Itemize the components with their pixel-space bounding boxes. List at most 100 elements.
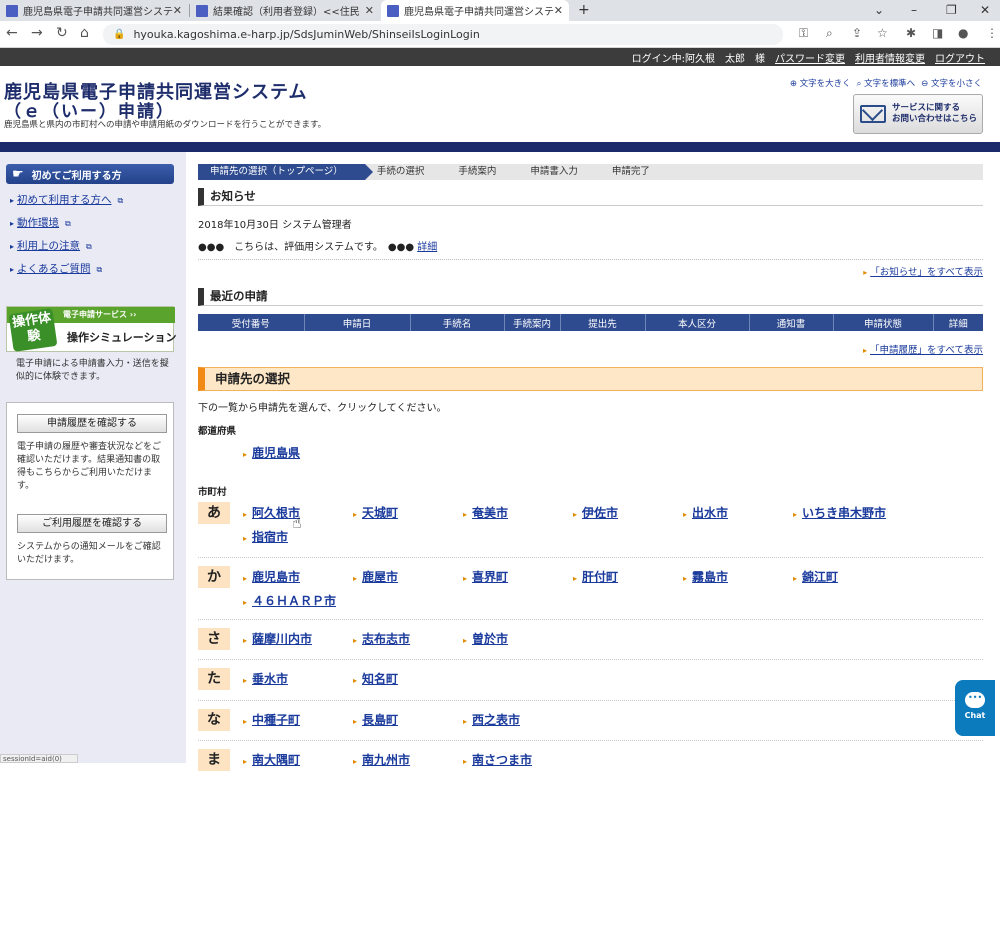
municipality-name[interactable]: 南大隅町 [252,753,300,767]
municipality-link[interactable]: ▸ ４６ＨＡＲＰ市 [243,592,336,609]
see-all-history-label[interactable]: 「申請履歴」をすべて表示 [870,345,983,356]
site-favicon-icon [196,4,208,17]
municipality-name[interactable]: いちき串木野市 [802,506,886,520]
municipality-name[interactable]: 喜界町 [472,570,508,584]
municipality-link[interactable]: ▸ 南大隅町 [243,751,300,768]
menu-icon[interactable]: ⋮ [986,26,998,40]
municipality-link[interactable]: ▸ 出水市 [683,504,728,521]
minimize-icon[interactable]: – [911,0,917,20]
window-close-icon[interactable]: ✕ [980,0,990,20]
municipality-name[interactable]: 長島町 [362,713,398,727]
zoom-icon[interactable]: ⌕ [826,26,833,41]
sidebar-link-label[interactable]: よくあるご質問 [17,263,91,275]
municipality-name[interactable]: 志布志市 [362,632,410,646]
share-icon[interactable]: ⇪ [852,26,862,40]
side-panel-icon[interactable]: ◨ [932,26,943,40]
bookmark-star-icon[interactable]: ☆ [877,26,888,40]
sidebar-link-label[interactable]: 動作環境 [17,217,59,229]
logout-link[interactable]: ログアウト [935,50,985,65]
see-all-notices-link[interactable]: ▸ 「お知らせ」をすべて表示 [863,264,983,278]
close-icon[interactable]: ✕ [173,4,182,17]
font-standard-link[interactable]: ⌕ 文字を標準へ [857,77,915,89]
notice-detail-link[interactable]: 詳細 [417,242,437,253]
municipality-name[interactable]: 錦江町 [802,570,838,584]
profile-icon[interactable]: ● [958,26,968,40]
municipality-link[interactable]: ▸ 曽於市 [463,630,508,647]
municipality-name[interactable]: 霧島市 [692,570,728,584]
simulation-banner[interactable]: 電子申請サービス ›› 操作体験 操作シミュレーション [6,306,177,352]
browser-tab-1[interactable]: 鹿児島県電子申請共同運営システ ✕ [0,0,188,21]
municipality-name[interactable]: 西之表市 [472,713,520,727]
check-application-history-button[interactable]: 申請履歴を確認する [17,414,167,433]
municipality-link[interactable]: ▸ 伊佐市 [573,504,618,521]
municipality-name[interactable]: 薩摩川内市 [252,632,312,646]
municipality-link[interactable]: ▸ 薩摩川内市 [243,630,312,647]
chat-button[interactable]: Chat [955,680,995,736]
municipality-name[interactable]: 肝付町 [582,570,618,584]
close-icon[interactable]: ✕ [554,4,563,17]
municipality-name[interactable]: 天城町 [362,506,398,520]
extensions-icon[interactable]: ✱ [906,26,916,40]
browser-tab-3-active[interactable]: 鹿児島県電子申請共同運営システ ✕ [381,0,569,21]
municipality-name[interactable]: 出水市 [692,506,728,520]
key-icon[interactable]: ⚿ [799,26,808,41]
municipality-link[interactable]: ▸ 中種子町 [243,711,300,728]
municipality-name[interactable]: 垂水市 [252,672,288,686]
municipality-link[interactable]: ▸ 垂水市 [243,670,288,687]
back-icon[interactable]: ← [6,25,18,41]
see-all-history-link[interactable]: ▸ 「申請履歴」をすべて表示 [863,342,983,356]
municipality-link[interactable]: ▸ 鹿児島市 [243,568,300,585]
user-info-change-link[interactable]: 利用者情報変更 [855,50,925,65]
contact-button[interactable]: サービスに関する お問い合わせはこちら [853,94,983,134]
municipality-name[interactable]: 鹿児島市 [252,570,300,584]
address-bar[interactable]: 🔒 hyouka.kagoshima.e-harp.jp/SdsJuminWeb… [103,24,783,45]
municipality-link[interactable]: ▸ 南九州市 [353,751,410,768]
close-icon[interactable]: ✕ [365,4,374,17]
municipality-link[interactable]: ▸ 喜界町 [463,568,508,585]
see-all-notices-label[interactable]: 「お知らせ」をすべて表示 [870,267,983,278]
municipality-link[interactable]: ▸ 肝付町 [573,568,618,585]
municipality-link[interactable]: ▸ 知名町 [353,670,398,687]
municipality-name[interactable]: 奄美市 [472,506,508,520]
municipality-name[interactable]: 南九州市 [362,753,410,767]
municipality-name[interactable]: 指宿市 [252,530,288,544]
browser-tab-2[interactable]: 結果確認（利用者登録）<<住民 ✕ [190,0,380,21]
municipality-link[interactable]: ▸ 錦江町 [793,568,838,585]
municipality-link[interactable]: ▸ 南さつま市 [463,751,532,768]
sidebar-item-faq[interactable]: ▸ よくあるご質問 ⧉ [10,261,180,276]
municipality-link[interactable]: ▸ いちき串木野市 [793,504,886,521]
sidebar-link-label[interactable]: 初めて利用する方へ [17,194,112,206]
sidebar-link-label[interactable]: 利用上の注意 [17,240,80,252]
font-larger-link[interactable]: ⊕ 文字を大きく [790,77,851,89]
font-smaller-link[interactable]: ⊖ 文字を小さく [921,77,982,89]
municipality-link[interactable]: ▸ 長島町 [353,711,398,728]
municipality-link[interactable]: ▸ 指宿市 [243,528,288,545]
sidebar-item-precautions[interactable]: ▸ 利用上の注意 ⧉ [10,238,180,253]
municipality-link[interactable]: ▸ 西之表市 [463,711,520,728]
sidebar-item-environment[interactable]: ▸ 動作環境 ⧉ [10,215,180,230]
check-usage-history-button[interactable]: ご利用履歴を確認する [17,514,167,533]
reload-icon[interactable]: ↻ [56,25,68,41]
prefecture-name[interactable]: 鹿児島県 [252,446,300,460]
sidebar-item-first-time[interactable]: ▸ 初めて利用する方へ ⧉ [10,192,180,207]
municipality-name[interactable]: 鹿屋市 [362,570,398,584]
municipality-name[interactable]: ４６ＨＡＲＰ市 [252,594,336,608]
municipality-link[interactable]: ▸ 志布志市 [353,630,410,647]
municipality-name[interactable]: 南さつま市 [472,753,532,767]
municipality-link[interactable]: ▸ 霧島市 [683,568,728,585]
home-icon[interactable]: ⌂ [80,25,89,41]
arrow-right-icon: ▸ [793,510,798,519]
new-tab-button[interactable]: + [578,0,590,20]
municipality-name[interactable]: 伊佐市 [582,506,618,520]
municipality-name[interactable]: 中種子町 [252,713,300,727]
password-change-link[interactable]: パスワード変更 [775,50,845,65]
municipality-link[interactable]: ▸ 鹿屋市 [353,568,398,585]
forward-icon[interactable]: → [31,25,43,41]
prefecture-link[interactable]: ▸ 鹿児島県 [243,444,300,461]
municipality-name[interactable]: 知名町 [362,672,398,686]
municipality-link[interactable]: ▸ 天城町 [353,504,398,521]
tab-search-icon[interactable]: ⌄ [874,0,884,20]
municipality-name[interactable]: 曽於市 [472,632,508,646]
municipality-link[interactable]: ▸ 奄美市 [463,504,508,521]
restore-icon[interactable]: ❐ [946,0,957,20]
